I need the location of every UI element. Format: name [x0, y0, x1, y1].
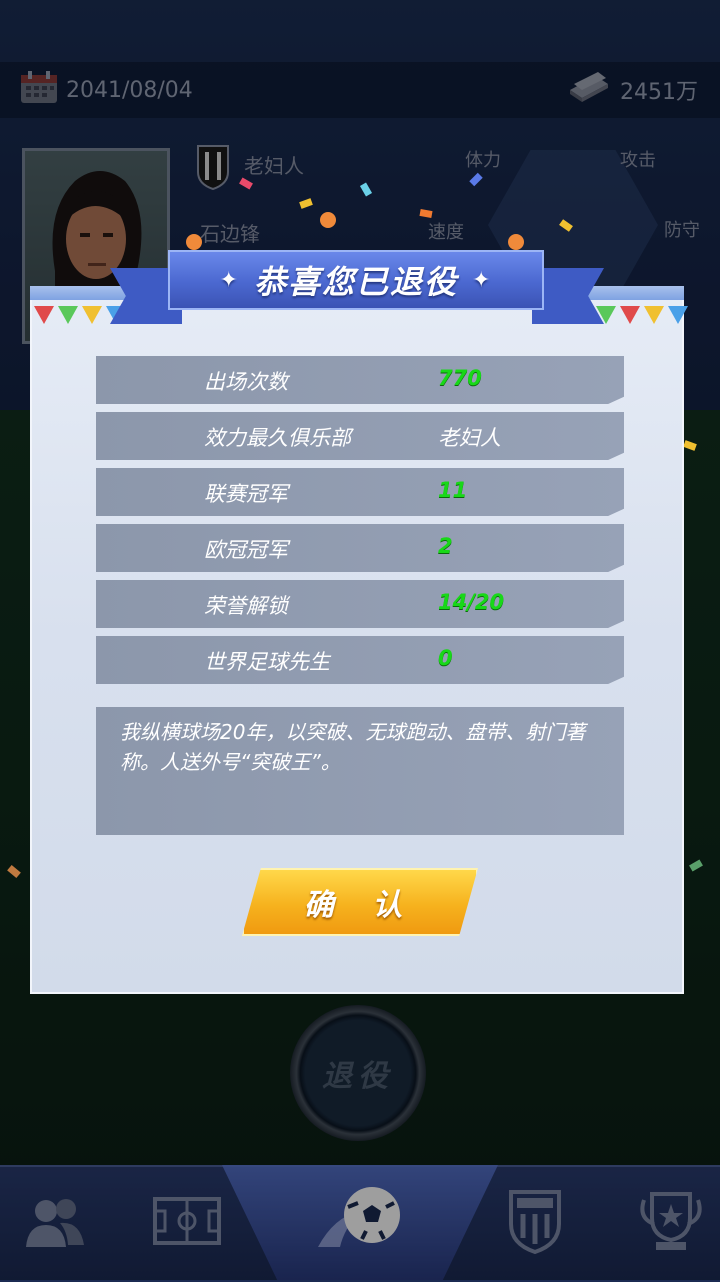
stat-value: 2	[438, 534, 453, 558]
stat-row: 出场次数 770	[96, 356, 624, 404]
stat-row: 荣誉解锁 14/20	[96, 580, 624, 628]
stat-label: 欧冠冠军	[204, 538, 288, 562]
dialog-title-ribbon: ✦ 恭喜您已退役 ✦	[168, 250, 544, 310]
stat-label: 世界足球先生	[204, 650, 330, 674]
stat-row: 世界足球先生 0	[96, 636, 624, 684]
stat-row: 联赛冠军 11	[96, 468, 624, 516]
stat-label: 联赛冠军	[204, 482, 288, 506]
dialog-title: 恭喜您已退役	[253, 263, 458, 301]
sparkle-icon: ✦	[472, 267, 493, 293]
career-quote: 我纵横球场20年，以突破、无球跑动、盘带、射门著称。人送外号“突破王”。	[96, 707, 624, 835]
stat-row: 效力最久俱乐部 老妇人	[96, 412, 624, 460]
stat-label: 荣誉解锁	[204, 594, 288, 618]
stat-value: 770	[438, 366, 482, 390]
confirm-button[interactable]: 确 认	[242, 868, 478, 936]
sparkle-icon: ✦	[219, 267, 240, 293]
stat-label: 出场次数	[204, 370, 288, 394]
stat-value: 0	[438, 646, 453, 670]
stat-value: 老妇人	[438, 426, 501, 450]
stat-value: 11	[438, 478, 468, 502]
stat-value: 14/20	[438, 590, 505, 614]
bunting-right	[596, 306, 688, 324]
stat-label: 效力最久俱乐部	[204, 426, 351, 450]
stat-row: 欧冠冠军 2	[96, 524, 624, 572]
